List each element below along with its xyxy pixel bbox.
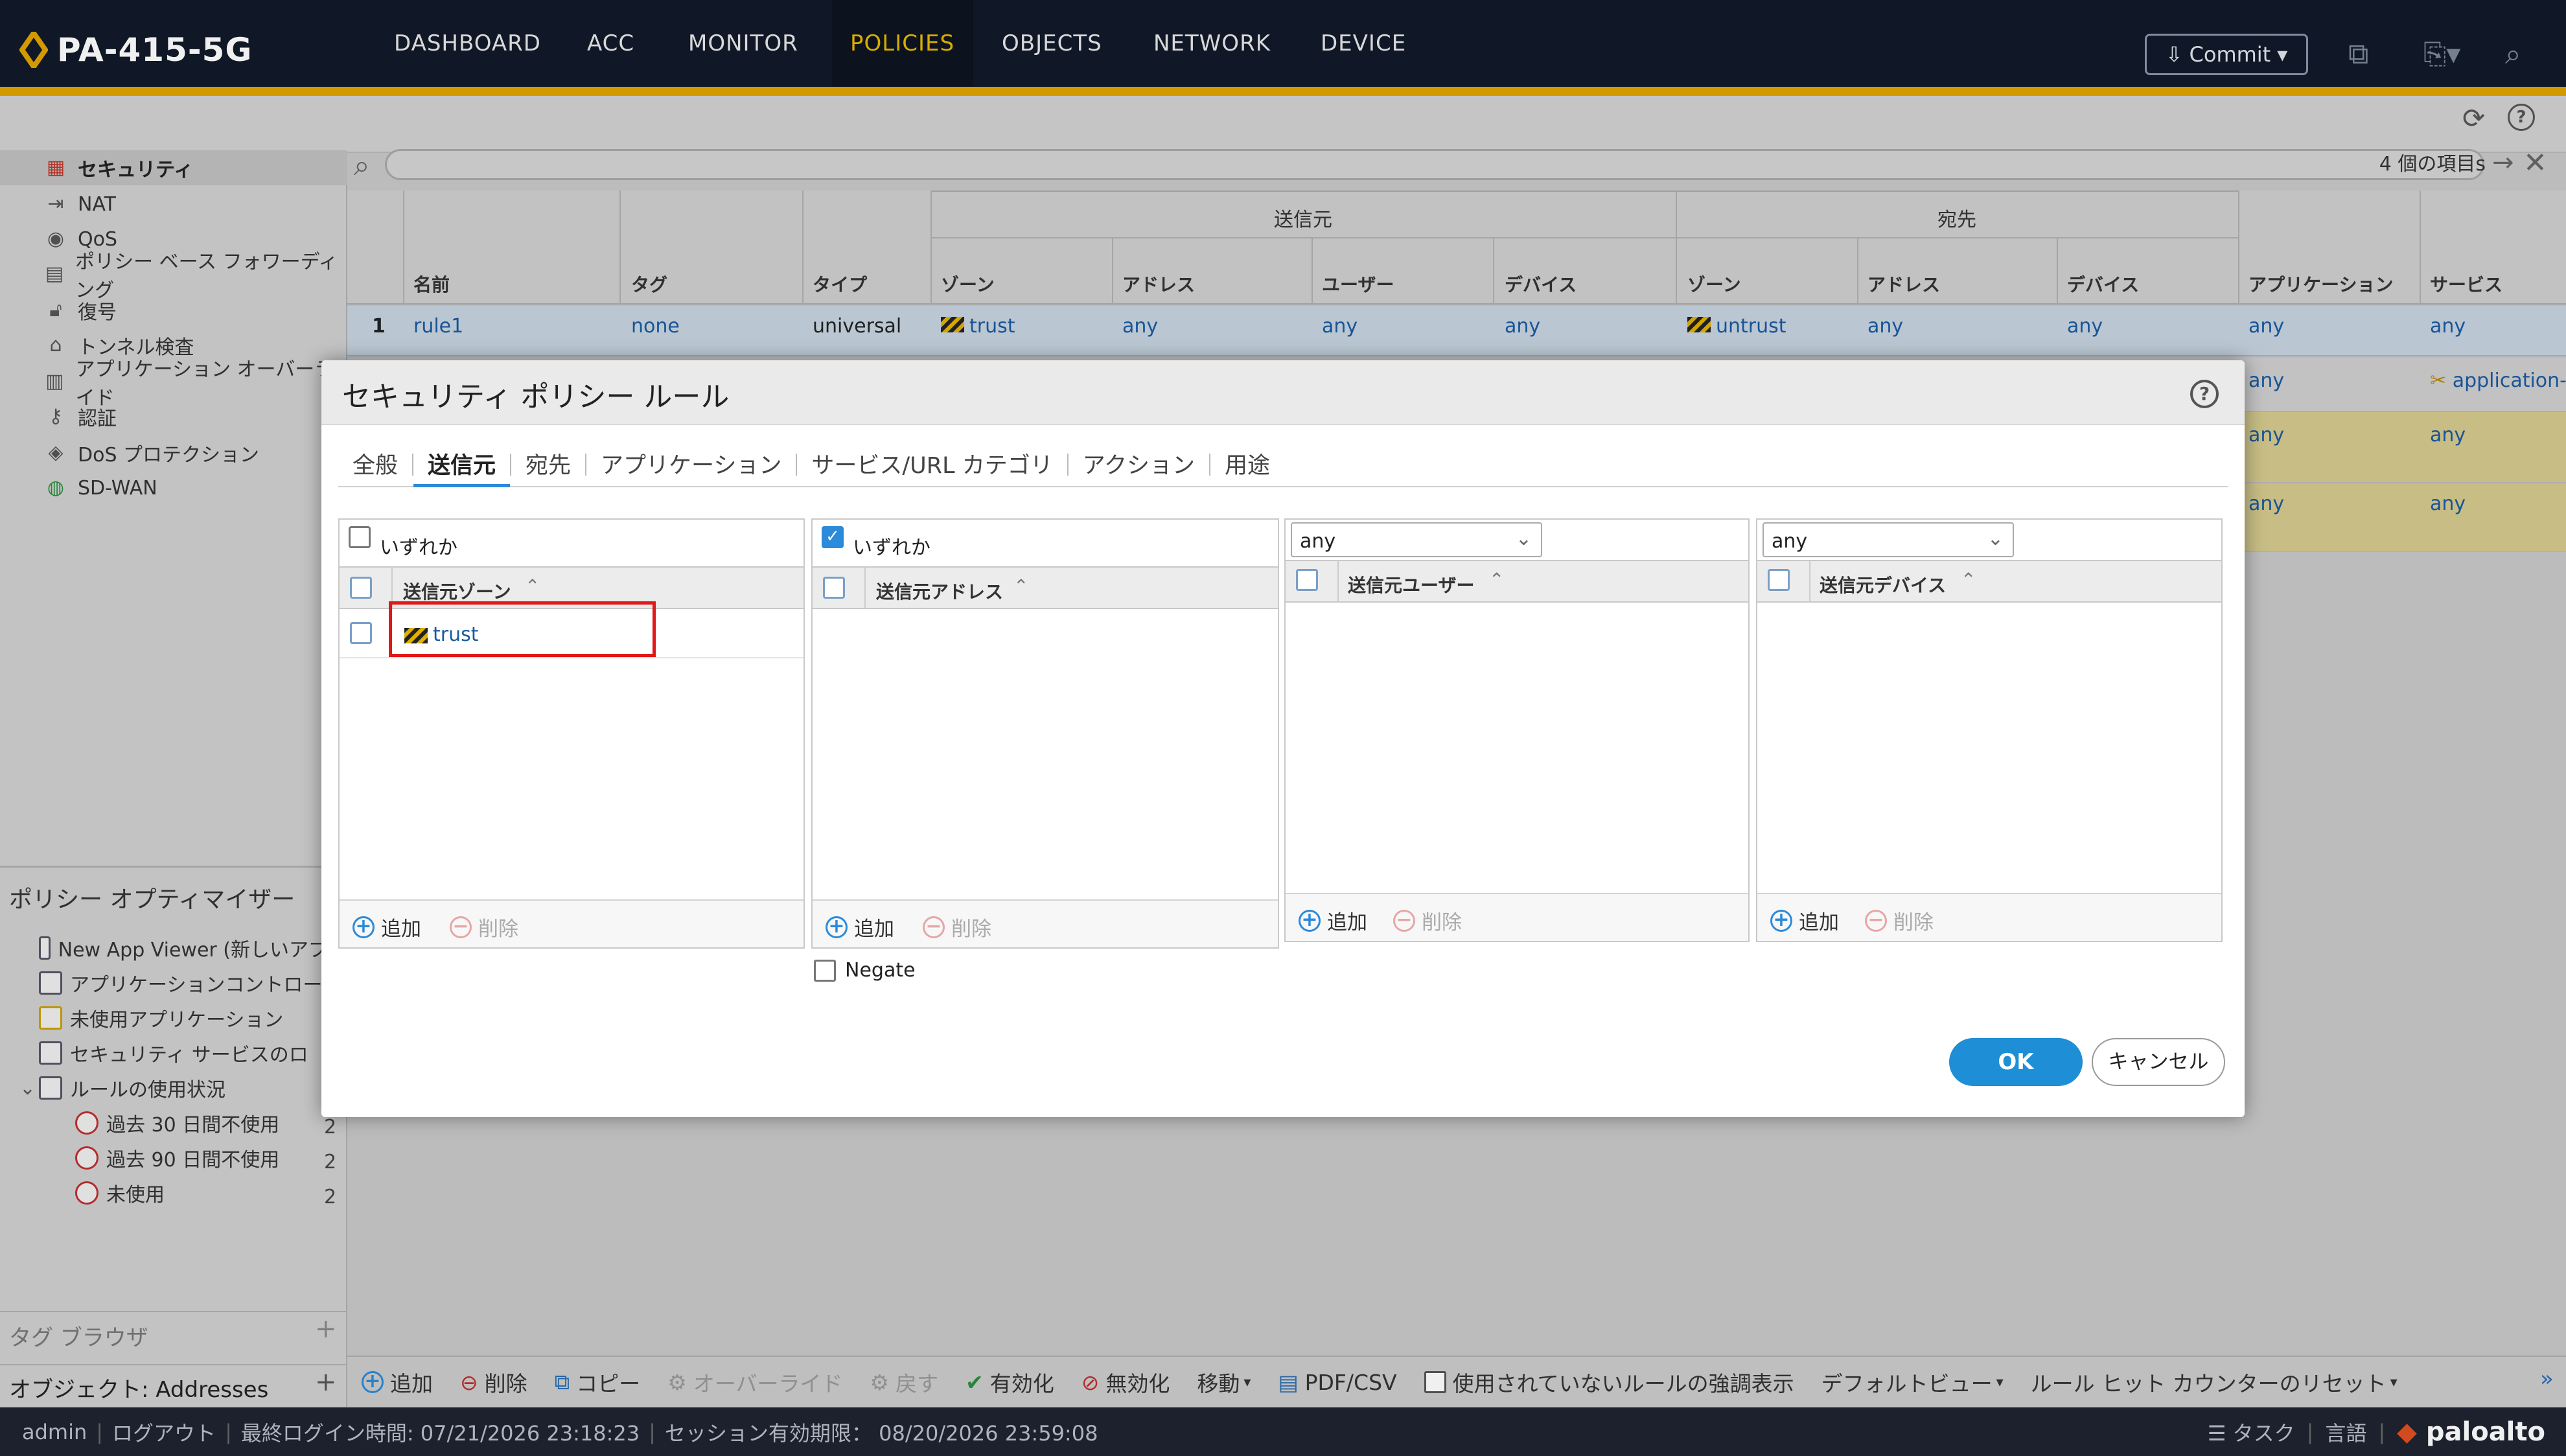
column-header[interactable]: 送信元ゾーン (403, 578, 511, 604)
source-device-select[interactable]: any ⌄ (1763, 522, 2014, 557)
select-value: any (1300, 530, 1336, 553)
column-header[interactable]: 送信元ユーザー (1348, 572, 1474, 597)
source-user-panel: any ⌄ 送信元ユーザー ⌃ + 追加 − 削除 (1284, 518, 1750, 942)
add-icon: + (1299, 909, 1321, 932)
source-user-select[interactable]: any ⌄ (1291, 522, 1542, 557)
any-label: いずれか (853, 537, 930, 559)
source-user-header: 送信元ユーザー ⌃ (1286, 560, 1748, 603)
panel-footer: + 追加 − 削除 (1286, 893, 1748, 941)
source-zone-panel: いずれか 送信元ゾーン ⌃ trust + 追加 − 削除 (338, 518, 805, 949)
source-device-panel: any ⌄ 送信元デバイス ⌃ + 追加 − 削除 (1756, 518, 2223, 942)
add-label: 追加 (381, 918, 421, 941)
delete-label: 削除 (951, 918, 991, 941)
column-header[interactable]: 送信元アドレス (876, 578, 1003, 604)
panel-footer: + 追加 − 削除 (1757, 893, 2221, 941)
add-icon: + (353, 916, 375, 938)
help-icon[interactable]: ? (2190, 380, 2219, 408)
sort-asc-icon[interactable]: ⌃ (1013, 575, 1028, 597)
panel-footer: + 追加 − 削除 (340, 899, 803, 947)
delete-label: 削除 (1422, 911, 1462, 934)
tab-source[interactable]: 送信元 (413, 445, 511, 487)
source-zone-any-checkbox[interactable] (349, 526, 371, 548)
dialog-tabs: 全般 送信元 宛先 アプリケーション サービス/URL カテゴリ アクション 用… (338, 445, 2228, 487)
tab-general[interactable]: 全般 (338, 445, 412, 487)
dialog-title: セキュリティ ポリシー ルール (342, 380, 730, 413)
checkbox[interactable] (814, 959, 836, 982)
add-icon: + (1770, 909, 1792, 932)
delete-button[interactable]: − 削除 (1393, 906, 1462, 935)
select-all-checkbox[interactable] (823, 577, 845, 599)
delete-button[interactable]: − 削除 (923, 912, 991, 942)
select-value: any (1772, 530, 1808, 553)
tab-service-url[interactable]: サービス/URL カテゴリ (797, 445, 1067, 487)
tab-actions[interactable]: アクション (1069, 445, 1209, 487)
add-label: 追加 (1799, 911, 1839, 934)
add-button[interactable]: + 追加 (826, 912, 894, 942)
add-icon: + (826, 916, 848, 938)
cancel-button[interactable]: キャンセル (2092, 1038, 2225, 1086)
delete-button[interactable]: − 削除 (1865, 906, 1934, 935)
chevron-down-icon: ⌄ (1515, 527, 1532, 550)
row-checkbox[interactable] (350, 622, 372, 644)
delete-icon: − (1393, 909, 1415, 932)
chevron-down-icon: ⌄ (1987, 527, 2004, 550)
panel-footer: + 追加 − 削除 (813, 899, 1278, 947)
add-label: 追加 (854, 918, 894, 941)
select-all-checkbox[interactable] (350, 577, 372, 599)
delete-label: 削除 (1893, 911, 1934, 934)
add-button[interactable]: + 追加 (1299, 906, 1367, 935)
column-header[interactable]: 送信元デバイス (1820, 572, 1946, 597)
source-device-header: 送信元デバイス ⌃ (1757, 560, 2221, 603)
any-label: いずれか (380, 537, 457, 559)
security-policy-rule-dialog: セキュリティ ポリシー ルール ? 全般 送信元 宛先 アプリケーション サービ… (321, 360, 2245, 1117)
delete-label: 削除 (478, 918, 518, 941)
add-button[interactable]: + 追加 (1770, 906, 1839, 935)
delete-icon: − (1865, 909, 1887, 932)
delete-icon: − (923, 916, 945, 938)
sort-asc-icon[interactable]: ⌃ (1489, 569, 1504, 590)
add-button[interactable]: + 追加 (353, 912, 421, 942)
add-label: 追加 (1327, 911, 1367, 934)
negate-checkbox[interactable]: Negate (814, 959, 916, 982)
sort-asc-icon[interactable]: ⌃ (525, 575, 540, 597)
source-address-any-checkbox[interactable]: ✓ (822, 526, 844, 548)
delete-button[interactable]: − 削除 (450, 912, 518, 942)
source-address-header: 送信元アドレス ⌃ (813, 566, 1278, 609)
sort-asc-icon[interactable]: ⌃ (1961, 569, 1976, 590)
source-address-panel: ✓ いずれか 送信元アドレス ⌃ + 追加 − 削除 (811, 518, 1279, 949)
tab-usage[interactable]: 用途 (1210, 445, 1284, 487)
tab-destination[interactable]: 宛先 (511, 445, 585, 487)
tab-application[interactable]: アプリケーション (586, 445, 796, 487)
negate-label: Negate (845, 959, 916, 982)
select-all-checkbox[interactable] (1296, 569, 1318, 591)
delete-icon: − (450, 916, 472, 938)
highlight-box (389, 601, 656, 657)
select-all-checkbox[interactable] (1768, 569, 1790, 591)
ok-button[interactable]: OK (1949, 1038, 2083, 1086)
